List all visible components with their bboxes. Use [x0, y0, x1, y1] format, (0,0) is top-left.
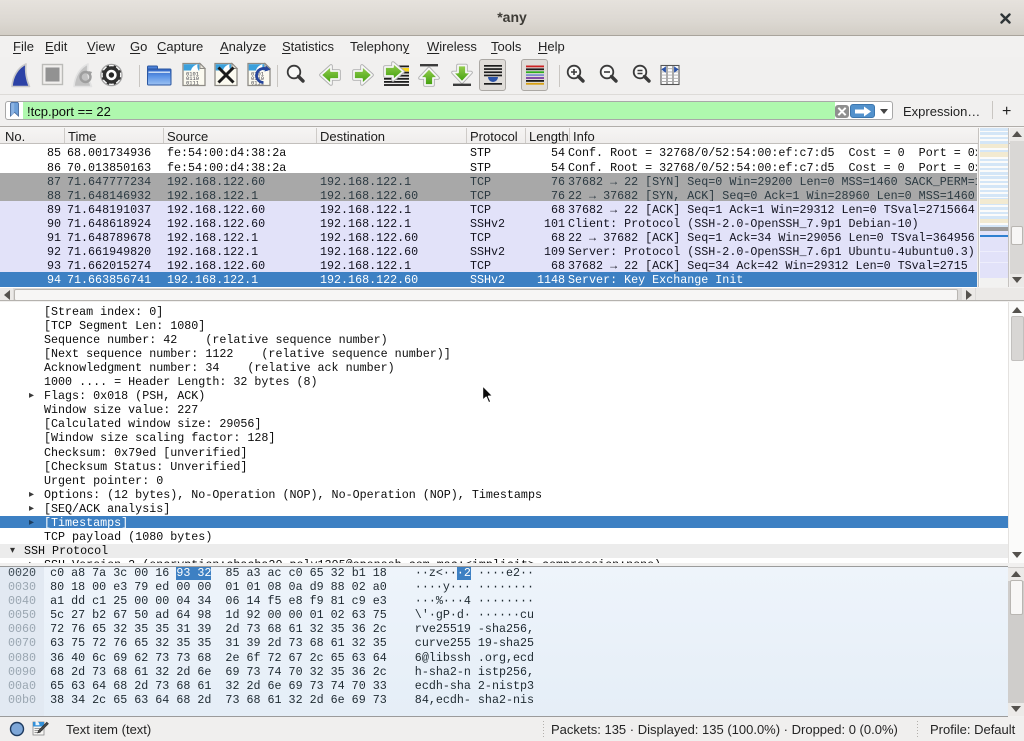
svg-text:0111: 0111 — [186, 81, 199, 87]
